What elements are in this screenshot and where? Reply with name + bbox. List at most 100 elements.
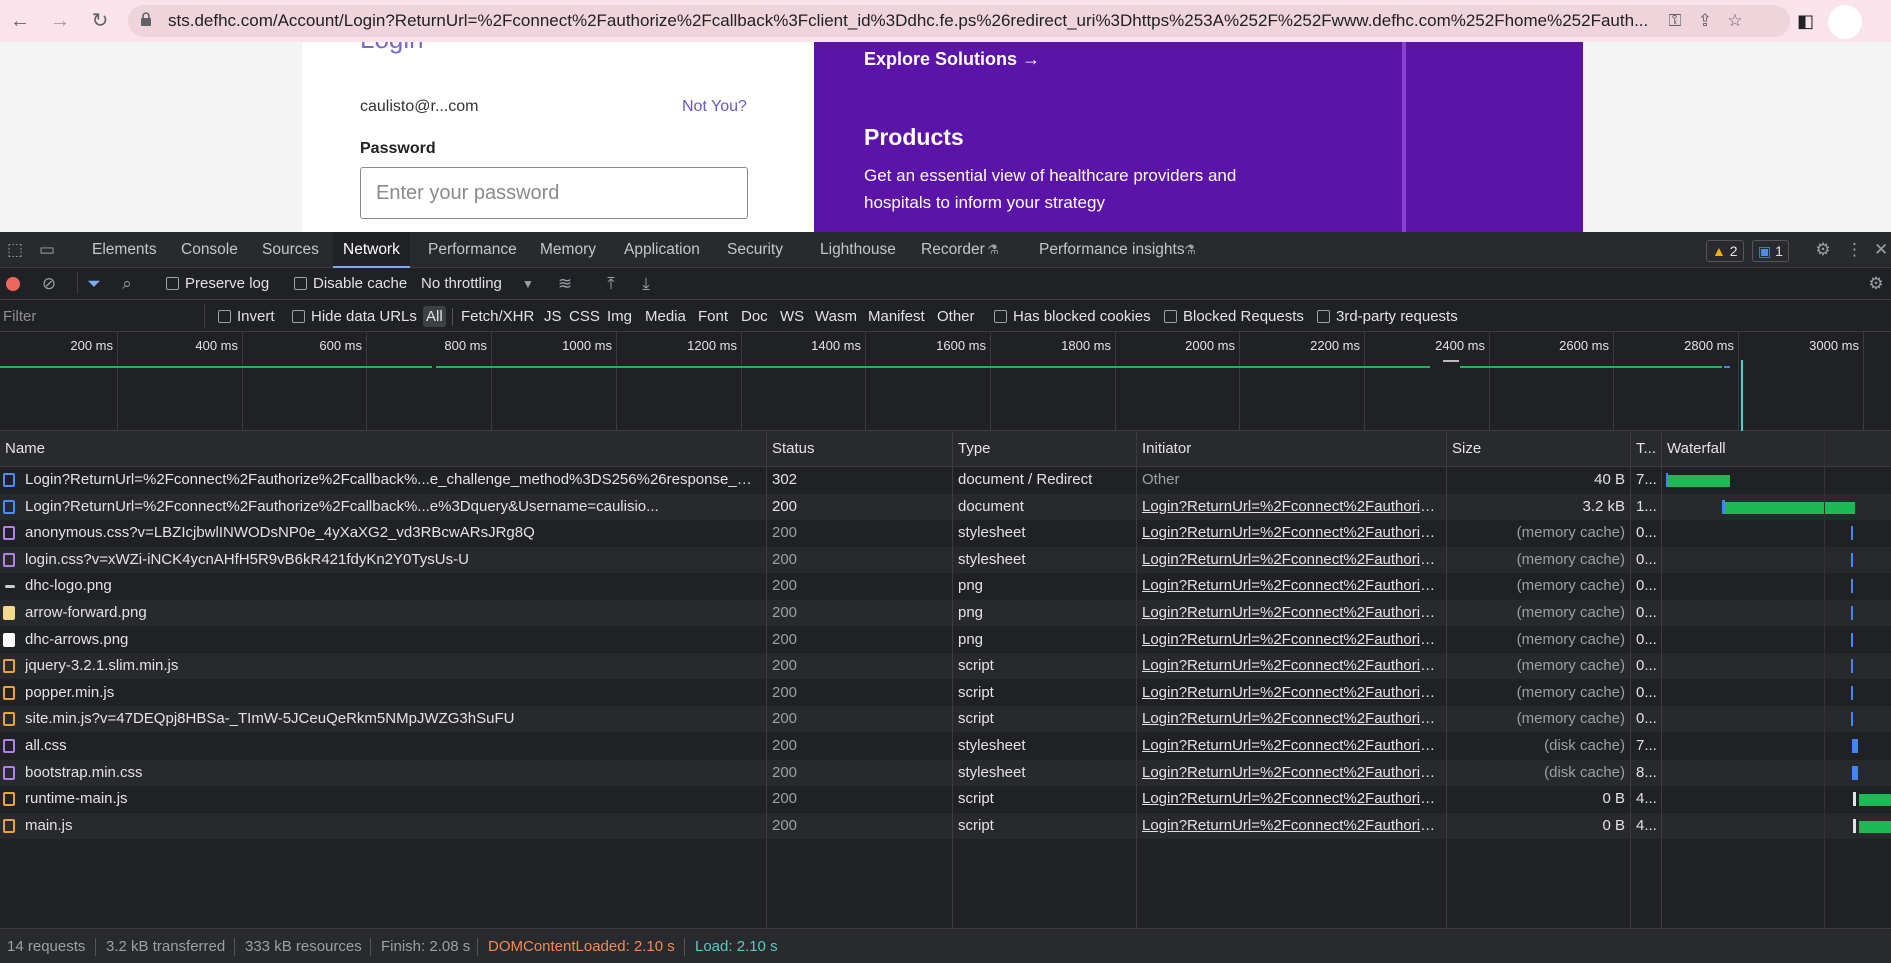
cell-initiator[interactable]: Login?ReturnUrl=%2Fconnect%2Fauthorize..… (1142, 706, 1442, 732)
network-overview-timeline[interactable]: 200 ms 400 ms 600 ms 800 ms 1000 ms 1200 ms 14… (0, 332, 1891, 431)
cell-name[interactable]: dhc-arrows.png (25, 627, 760, 653)
settings-gear-icon[interactable]: ⚙ (1812, 239, 1834, 261)
column-header-size[interactable]: Size (1447, 431, 1630, 467)
cell-initiator[interactable]: Login?ReturnUrl=%2Fconnect%2Fauthorize..… (1142, 786, 1442, 812)
device-toolbar-icon[interactable]: ▭ (36, 239, 58, 261)
tab-sources[interactable]: Sources (252, 232, 329, 268)
table-row[interactable]: Login?ReturnUrl=%2Fconnect%2Fauthorize%2… (0, 493, 1891, 520)
column-header-type[interactable]: Type (953, 431, 1136, 467)
password-input[interactable] (360, 167, 748, 219)
column-header-waterfall[interactable]: Waterfall (1662, 431, 1890, 467)
filter-type-css[interactable]: CSS (569, 306, 600, 327)
tab-network[interactable]: Network (333, 232, 410, 268)
cell-name[interactable]: login.css?v=xWZi-iNCK4ycnAHfH5R9vB6kR421… (25, 547, 760, 573)
blocked-requests-checkbox[interactable]: Blocked Requests (1164, 306, 1304, 327)
cell-initiator[interactable]: Login?ReturnUrl=%2Fconnect%2Fauthorize..… (1142, 494, 1442, 520)
table-row[interactable]: Login?ReturnUrl=%2Fconnect%2Fauthorize%2… (0, 467, 1891, 493)
table-row[interactable]: all.css 200 stylesheet Login?ReturnUrl=%2Fc… (0, 733, 1891, 759)
table-row[interactable]: bootstrap.min.css 200 stylesheet Login?Retu… (0, 759, 1891, 786)
tab-application[interactable]: Application (614, 232, 710, 268)
filter-type-all[interactable]: All (423, 306, 446, 327)
cell-initiator[interactable]: Login?ReturnUrl=%2Fconnect%2Fauthorize..… (1142, 627, 1442, 653)
cell-name[interactable]: bootstrap.min.css (25, 760, 760, 786)
cell-name[interactable]: main.js (25, 813, 760, 839)
tab-memory[interactable]: Memory (530, 232, 606, 268)
table-row[interactable]: main.js 200 script Login?ReturnUrl=%2Fconne… (0, 812, 1891, 839)
tab-lighthouse[interactable]: Lighthouse (810, 232, 906, 268)
cell-name[interactable]: Login?ReturnUrl=%2Fconnect%2Fauthorize%2… (25, 467, 760, 493)
cell-initiator[interactable]: Login?ReturnUrl=%2Fconnect%2Fauthorize..… (1142, 520, 1442, 546)
disable-cache-checkbox[interactable]: Disable cache (294, 274, 407, 294)
cell-initiator[interactable]: Login?ReturnUrl=%2Fconnect%2Fauthorize..… (1142, 653, 1442, 679)
filter-type-other[interactable]: Other (937, 306, 975, 327)
filter-type-ws[interactable]: WS (780, 306, 804, 327)
has-blocked-cookies-checkbox[interactable]: Has blocked cookies (994, 306, 1151, 327)
side-panel-icon[interactable]: ◧ (1797, 9, 1817, 33)
cell-initiator[interactable]: Login?ReturnUrl=%2Fconnect%2Fauthorize..… (1142, 733, 1442, 759)
table-row[interactable]: jquery-3.2.1.slim.min.js 200 script Login?R… (0, 653, 1891, 680)
not-you-link[interactable]: Not You? (682, 98, 747, 116)
more-options-icon[interactable]: ⋮ (1846, 239, 1863, 261)
tab-performance-insights[interactable]: Performance insights (1029, 232, 1195, 268)
table-row[interactable]: site.min.js?v=47DEQpj8HBSa-_TImW-5JCeuQe… (0, 706, 1891, 733)
network-conditions-icon[interactable]: ≋ (554, 273, 576, 295)
share-icon[interactable]: ⇪ (1690, 8, 1720, 34)
column-header-time[interactable]: T... (1631, 431, 1661, 467)
reload-icon[interactable]: ↻ (88, 9, 112, 33)
table-row[interactable]: popper.min.js 200 script Login?ReturnUrl=%2… (0, 680, 1891, 706)
filter-funnel-icon[interactable]: ⏷ (84, 273, 104, 295)
forward-arrow-icon[interactable]: → (48, 9, 72, 33)
filter-type-js[interactable]: JS (544, 306, 562, 327)
table-row[interactable]: login.css?v=xWZi-iNCK4ycnAHfH5R9vB6kR421… (0, 546, 1891, 573)
column-separator[interactable] (1630, 431, 1631, 928)
url-text[interactable]: sts.defhc.com/Account/Login?ReturnUrl=%2… (168, 9, 1648, 33)
column-header-initiator[interactable]: Initiator (1137, 431, 1446, 467)
tab-console[interactable]: Console (171, 232, 248, 268)
filter-type-wasm[interactable]: Wasm (815, 306, 857, 327)
table-row[interactable]: anonymous.css?v=LBZIcjbwlINWODsNP0e_4yXa… (0, 520, 1891, 546)
tab-performance[interactable]: Performance (418, 232, 527, 268)
search-icon[interactable]: ⌕ (117, 273, 137, 295)
bookmark-star-icon[interactable]: ☆ (1720, 8, 1750, 34)
filter-type-fetch-xhr[interactable]: Fetch/XHR (461, 306, 534, 327)
cell-initiator[interactable]: Login?ReturnUrl=%2Fconnect%2Fauthorize..… (1142, 547, 1442, 573)
cell-initiator[interactable]: Login?ReturnUrl=%2Fconnect%2Fauthorize..… (1142, 760, 1442, 786)
filter-type-font[interactable]: Font (698, 306, 728, 327)
cell-name[interactable]: runtime-main.js (25, 786, 760, 812)
cell-name[interactable]: anonymous.css?v=LBZIcjbwlINWODsNP0e_4yXa… (25, 520, 760, 546)
cell-initiator[interactable]: Login?ReturnUrl=%2Fconnect%2Fauthorize..… (1142, 813, 1442, 839)
cell-name[interactable]: popper.min.js (25, 680, 760, 706)
third-party-requests-checkbox[interactable]: 3rd-party requests (1317, 306, 1458, 327)
back-arrow-icon[interactable]: ← (8, 9, 32, 33)
column-separator[interactable] (1136, 431, 1137, 928)
invert-checkbox[interactable]: Invert (218, 306, 275, 327)
filter-type-media[interactable]: Media (645, 306, 686, 327)
issues-badge[interactable]: ▣ 1 (1752, 240, 1789, 262)
filter-input[interactable] (0, 304, 205, 328)
column-header-name[interactable]: Name (0, 431, 766, 467)
column-separator[interactable] (766, 431, 767, 928)
clear-icon[interactable]: ⊘ (40, 273, 58, 295)
network-settings-gear-icon[interactable]: ⚙ (1866, 273, 1886, 295)
preserve-log-checkbox[interactable]: Preserve log (166, 274, 269, 294)
table-row[interactable]: runtime-main.js 200 script Login?ReturnUrl=… (0, 786, 1891, 812)
key-icon[interactable]: ⚿ (1660, 8, 1690, 34)
table-row[interactable]: dhc-arrows.png 200 png Login?ReturnUrl=%2Fc… (0, 627, 1891, 653)
hide-data-urls-checkbox[interactable]: Hide data URLs (292, 306, 417, 327)
throttling-select[interactable]: No throttling ▼ (421, 274, 534, 294)
column-separator[interactable] (1446, 431, 1447, 928)
column-header-status[interactable]: Status (767, 431, 952, 467)
tab-elements[interactable]: Elements (82, 232, 167, 268)
cell-name[interactable]: all.css (25, 733, 760, 759)
cell-initiator[interactable]: Login?ReturnUrl=%2Fconnect%2Fauthorize..… (1142, 680, 1442, 706)
filter-type-manifest[interactable]: Manifest (868, 306, 925, 327)
close-devtools-icon[interactable]: ✕ (1874, 239, 1888, 261)
cell-name[interactable]: Login?ReturnUrl=%2Fconnect%2Fauthorize%2… (25, 494, 760, 520)
cell-name[interactable]: arrow-forward.png (25, 600, 760, 626)
cell-name[interactable]: jquery-3.2.1.slim.min.js (25, 653, 760, 679)
cell-initiator[interactable]: Login?ReturnUrl=%2Fconnect%2Fauthorize..… (1142, 573, 1442, 599)
tab-security[interactable]: Security (717, 232, 793, 268)
filter-type-img[interactable]: Img (607, 306, 632, 327)
explore-solutions-link[interactable]: Explore Solutions → (864, 49, 1040, 70)
warnings-badge[interactable]: ▲ 2 (1706, 240, 1744, 262)
